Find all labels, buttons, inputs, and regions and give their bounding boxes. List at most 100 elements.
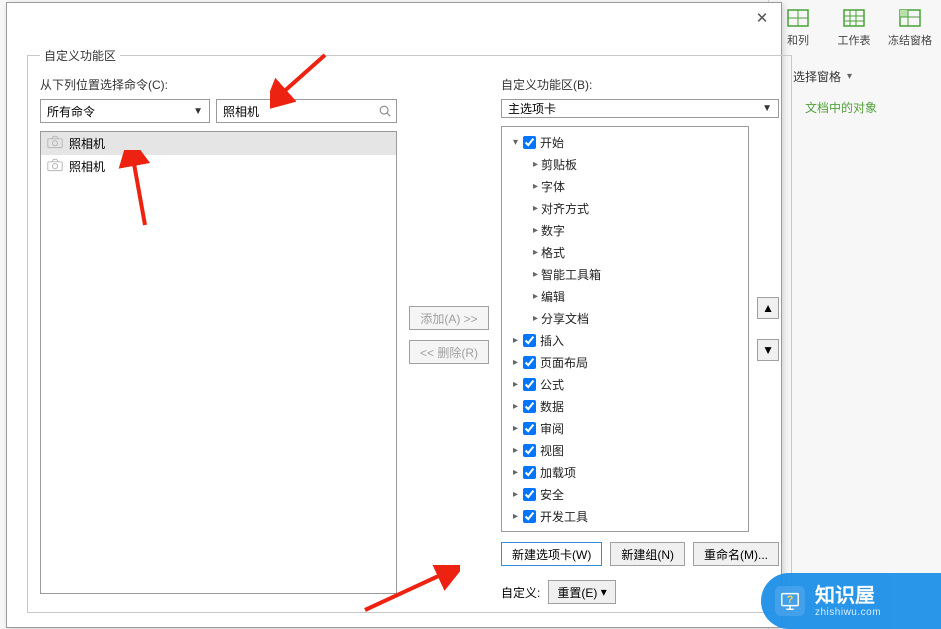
commands-source-value: 所有命令 bbox=[47, 103, 95, 120]
middle-column: 添加(A) >> << 删除(R) bbox=[409, 76, 489, 594]
tree-label: 格式 bbox=[541, 244, 565, 261]
list-item-label: 照相机 bbox=[69, 135, 105, 152]
tree-label: 数据 bbox=[540, 398, 564, 415]
tree-row[interactable]: ▸字体 bbox=[502, 175, 748, 197]
tree-checkbox[interactable] bbox=[523, 488, 536, 501]
command-search[interactable] bbox=[216, 99, 397, 123]
tree-row[interactable]: ▸数字 bbox=[502, 219, 748, 241]
tree-row[interactable]: ▸ 公式 bbox=[502, 373, 748, 395]
tree-label: 开始 bbox=[540, 134, 564, 151]
expand-icon[interactable]: ▸ bbox=[510, 445, 521, 456]
tree-label: 公式 bbox=[540, 376, 564, 393]
expand-icon[interactable]: ▸ bbox=[510, 423, 521, 434]
tree-row[interactable]: ▸ 数据 bbox=[502, 395, 748, 417]
tree-row[interactable]: ▸智能工具箱 bbox=[502, 263, 748, 285]
expand-icon[interactable]: ▸ bbox=[510, 511, 521, 522]
ribbon-tree[interactable]: ▾开始▸剪贴板▸字体▸对齐方式▸数字▸格式▸智能工具箱▸编辑▸分享文档▸插入▸页… bbox=[502, 127, 748, 531]
tree-label: 字体 bbox=[541, 178, 565, 195]
expand-icon[interactable]: ▸ bbox=[530, 203, 541, 214]
tree-label: 智能工具箱 bbox=[541, 266, 601, 283]
customize-label: 自定义: bbox=[501, 584, 540, 601]
chevron-down-icon: ▼ bbox=[193, 106, 203, 117]
tree-checkbox[interactable] bbox=[523, 510, 536, 523]
commands-source-combo[interactable]: 所有命令 ▼ bbox=[40, 99, 210, 123]
worksheet-button[interactable]: 工作表 bbox=[835, 6, 873, 54]
tree-label: 页面布局 bbox=[540, 354, 588, 371]
expand-icon[interactable]: ▸ bbox=[530, 159, 541, 170]
expand-icon[interactable]: ▸ bbox=[530, 291, 541, 302]
tree-row[interactable]: ▸剪贴板 bbox=[502, 153, 748, 175]
command-search-input[interactable] bbox=[223, 104, 378, 118]
tree-row[interactable]: ▸ 插入 bbox=[502, 329, 748, 351]
bg-sidepanel: 选择窗格 文档中的对象 bbox=[781, 60, 941, 128]
tree-checkbox[interactable] bbox=[523, 444, 536, 457]
select-pane-header[interactable]: 选择窗格 bbox=[793, 68, 929, 85]
expand-icon[interactable]: ▸ bbox=[530, 181, 541, 192]
tree-label: 剪贴板 bbox=[541, 156, 577, 173]
tree-row[interactable]: ▸ 页面布局 bbox=[502, 351, 748, 373]
freeze-pane-button[interactable]: 冻结窗格 bbox=[891, 6, 929, 54]
tree-label: 安全 bbox=[540, 486, 564, 503]
tree-row[interactable]: ▸开发工具 bbox=[502, 505, 748, 527]
tree-checkbox[interactable] bbox=[523, 466, 536, 479]
tree-label: 编辑 bbox=[541, 288, 565, 305]
close-icon[interactable]: ✕ bbox=[753, 9, 771, 27]
customize-row: 自定义: 重置(E) ▾ bbox=[501, 580, 779, 604]
customize-ribbon-label: 自定义功能区(B): bbox=[501, 76, 779, 93]
rename-button[interactable]: 重命名(M)... bbox=[693, 542, 779, 566]
tree-checkbox[interactable] bbox=[523, 422, 536, 435]
tree-label: 分享文档 bbox=[541, 310, 589, 327]
tree-row[interactable]: ▸格式 bbox=[502, 241, 748, 263]
list-item[interactable]: 照相机 bbox=[41, 132, 396, 155]
commands-list[interactable]: 照相机照相机 bbox=[40, 131, 397, 594]
tree-checkbox[interactable] bbox=[523, 400, 536, 413]
expand-icon[interactable]: ▸ bbox=[510, 401, 521, 412]
tree-label: 加载项 bbox=[540, 464, 576, 481]
expand-icon[interactable]: ▸ bbox=[510, 489, 521, 500]
select-pane-item[interactable]: 文档中的对象 bbox=[793, 95, 929, 120]
list-item[interactable]: 照相机 bbox=[41, 155, 396, 178]
tree-row[interactable]: ▸ 安全 bbox=[502, 483, 748, 505]
tree-row[interactable]: ▸审阅 bbox=[502, 417, 748, 439]
add-button[interactable]: 添加(A) >> bbox=[409, 306, 488, 330]
chevron-down-icon: ▾ bbox=[601, 585, 607, 599]
tree-row[interactable]: ▸分享文档 bbox=[502, 307, 748, 329]
camera-icon bbox=[47, 135, 63, 152]
choose-commands-label: 从下列位置选择命令(C): bbox=[40, 76, 397, 93]
tree-checkbox[interactable] bbox=[523, 356, 536, 369]
tree-checkbox[interactable] bbox=[523, 136, 536, 149]
new-group-button[interactable]: 新建组(N) bbox=[610, 542, 685, 566]
expand-icon[interactable]: ▸ bbox=[530, 225, 541, 236]
tree-row[interactable]: ▸ 加载项 bbox=[502, 461, 748, 483]
tree-checkbox[interactable] bbox=[523, 378, 536, 391]
reset-button[interactable]: 重置(E) ▾ bbox=[548, 580, 615, 604]
remove-button[interactable]: << 删除(R) bbox=[409, 340, 489, 364]
svg-text:?: ? bbox=[787, 594, 794, 606]
search-icon bbox=[378, 104, 392, 118]
tree-row[interactable]: ▾ 开始 bbox=[502, 131, 748, 153]
tree-row[interactable]: ▸编辑 bbox=[502, 285, 748, 307]
tree-label: 插入 bbox=[540, 332, 564, 349]
move-up-button[interactable]: ▲ bbox=[757, 297, 779, 319]
tree-row[interactable]: ▸对齐方式 bbox=[502, 197, 748, 219]
tree-row[interactable]: ▸视图 bbox=[502, 439, 748, 461]
watermark-url: zhishiwu.com bbox=[815, 607, 881, 618]
bg-ribbon: 和列 工作表 冻结窗格 bbox=[771, 0, 941, 60]
move-down-button[interactable]: ▼ bbox=[757, 339, 779, 361]
expand-icon[interactable]: ▸ bbox=[510, 335, 521, 346]
expand-icon[interactable]: ▸ bbox=[530, 269, 541, 280]
camera-icon bbox=[47, 158, 63, 175]
tabs-scope-value: 主选项卡 bbox=[508, 100, 556, 117]
expand-icon[interactable]: ▾ bbox=[510, 137, 521, 148]
tree-checkbox[interactable] bbox=[523, 334, 536, 347]
new-tab-button[interactable]: 新建选项卡(W) bbox=[501, 542, 602, 566]
watermark: ? 知识屋 zhishiwu.com bbox=[761, 573, 941, 629]
expand-icon[interactable]: ▸ bbox=[510, 357, 521, 368]
tabs-scope-combo[interactable]: 主选项卡 ▼ bbox=[501, 99, 779, 118]
tab-action-row: 新建选项卡(W) 新建组(N) 重命名(M)... bbox=[501, 542, 779, 566]
fieldset-legend: 自定义功能区 bbox=[40, 47, 120, 64]
expand-icon[interactable]: ▸ bbox=[510, 467, 521, 478]
expand-icon[interactable]: ▸ bbox=[530, 247, 541, 258]
expand-icon[interactable]: ▸ bbox=[510, 379, 521, 390]
expand-icon[interactable]: ▸ bbox=[530, 313, 541, 324]
